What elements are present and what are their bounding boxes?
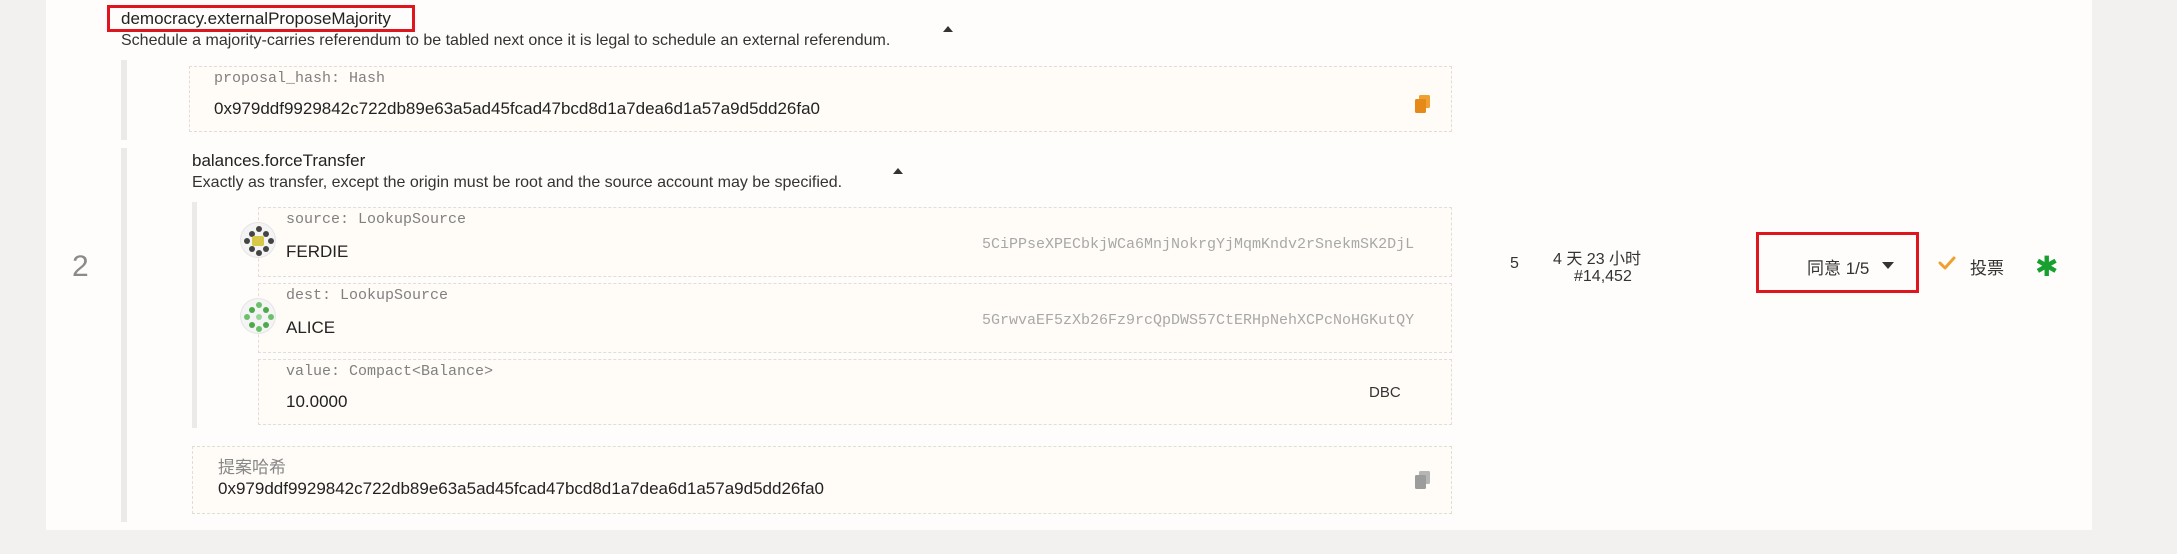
call-description: Schedule a majority-carries referendum t… bbox=[121, 32, 891, 49]
value-unit: DBC bbox=[1369, 384, 1401, 401]
threshold: 5 bbox=[1510, 255, 1519, 272]
time-remaining: 4 天 23 小时 bbox=[1553, 251, 1642, 268]
source-label: source: LookupSource bbox=[286, 211, 467, 228]
vote-button[interactable]: 投票 bbox=[1930, 248, 2010, 280]
source-param: source: LookupSource FERDIE 5CiPPseXPECb… bbox=[258, 207, 1452, 277]
inner-call-name: balances.forceTransfer bbox=[192, 151, 366, 170]
block-number: #14,452 bbox=[1574, 268, 1632, 285]
check-icon bbox=[1938, 254, 1956, 272]
dest-address[interactable]: 5GrwvaEF5zXb26Fz9rcQpDWS57CtERHpNehXCPcN… bbox=[982, 312, 1414, 329]
asterisk-icon: ✱ bbox=[2035, 250, 2059, 283]
inner-collapse-caret-icon[interactable] bbox=[893, 168, 903, 174]
votes-dropdown[interactable]: 同意 1/5 bbox=[1770, 246, 1910, 280]
vote-button-label: 投票 bbox=[1970, 259, 2004, 278]
chevron-down-icon bbox=[1882, 262, 1894, 269]
collapse-caret-icon[interactable] bbox=[943, 26, 953, 32]
call-indent-bar bbox=[121, 60, 127, 140]
hash-section-value: 0x979ddf9929842c722db89e63a5ad45fcad47bc… bbox=[218, 479, 824, 498]
inner-indent-bar bbox=[192, 202, 197, 428]
proposal-hash-param: proposal_hash: Hash 0x979ddf9929842c722d… bbox=[189, 66, 1452, 132]
votes-dropdown-label: 同意 1/5 bbox=[1807, 259, 1870, 278]
inner-call-description: Exactly as transfer, except the origin m… bbox=[192, 174, 843, 191]
source-identicon[interactable] bbox=[240, 222, 276, 258]
dest-param: dest: LookupSource ALICE 5GrwvaEF5zXb26F… bbox=[258, 283, 1452, 353]
hash-section: 提案哈希 0x979ddf9929842c722db89e63a5ad45fca… bbox=[192, 446, 1452, 514]
param-value: 0x979ddf9929842c722db89e63a5ad45fcad47bc… bbox=[214, 99, 820, 118]
dest-label: dest: LookupSource bbox=[286, 287, 449, 304]
proposal-index: 2 bbox=[72, 250, 89, 283]
value-label: value: Compact<Balance> bbox=[286, 363, 494, 380]
copy-icon[interactable] bbox=[1415, 95, 1431, 113]
value-amount: 10.0000 bbox=[286, 392, 348, 411]
copy-icon[interactable] bbox=[1415, 471, 1431, 489]
call-name: democracy.externalProposeMajority bbox=[121, 9, 391, 28]
source-name: FERDIE bbox=[286, 242, 349, 261]
call-indent-bar-2 bbox=[121, 148, 127, 522]
dest-name: ALICE bbox=[286, 318, 336, 337]
param-label: proposal_hash: Hash bbox=[214, 70, 386, 87]
dest-identicon[interactable] bbox=[240, 298, 276, 334]
hash-section-label: 提案哈希 bbox=[218, 458, 286, 477]
source-address[interactable]: 5CiPPseXPECbkjWCa6MnjNokrgYjMqmKndv2rSne… bbox=[982, 236, 1414, 253]
value-param: value: Compact<Balance> 10.0000 DBC bbox=[258, 359, 1452, 425]
